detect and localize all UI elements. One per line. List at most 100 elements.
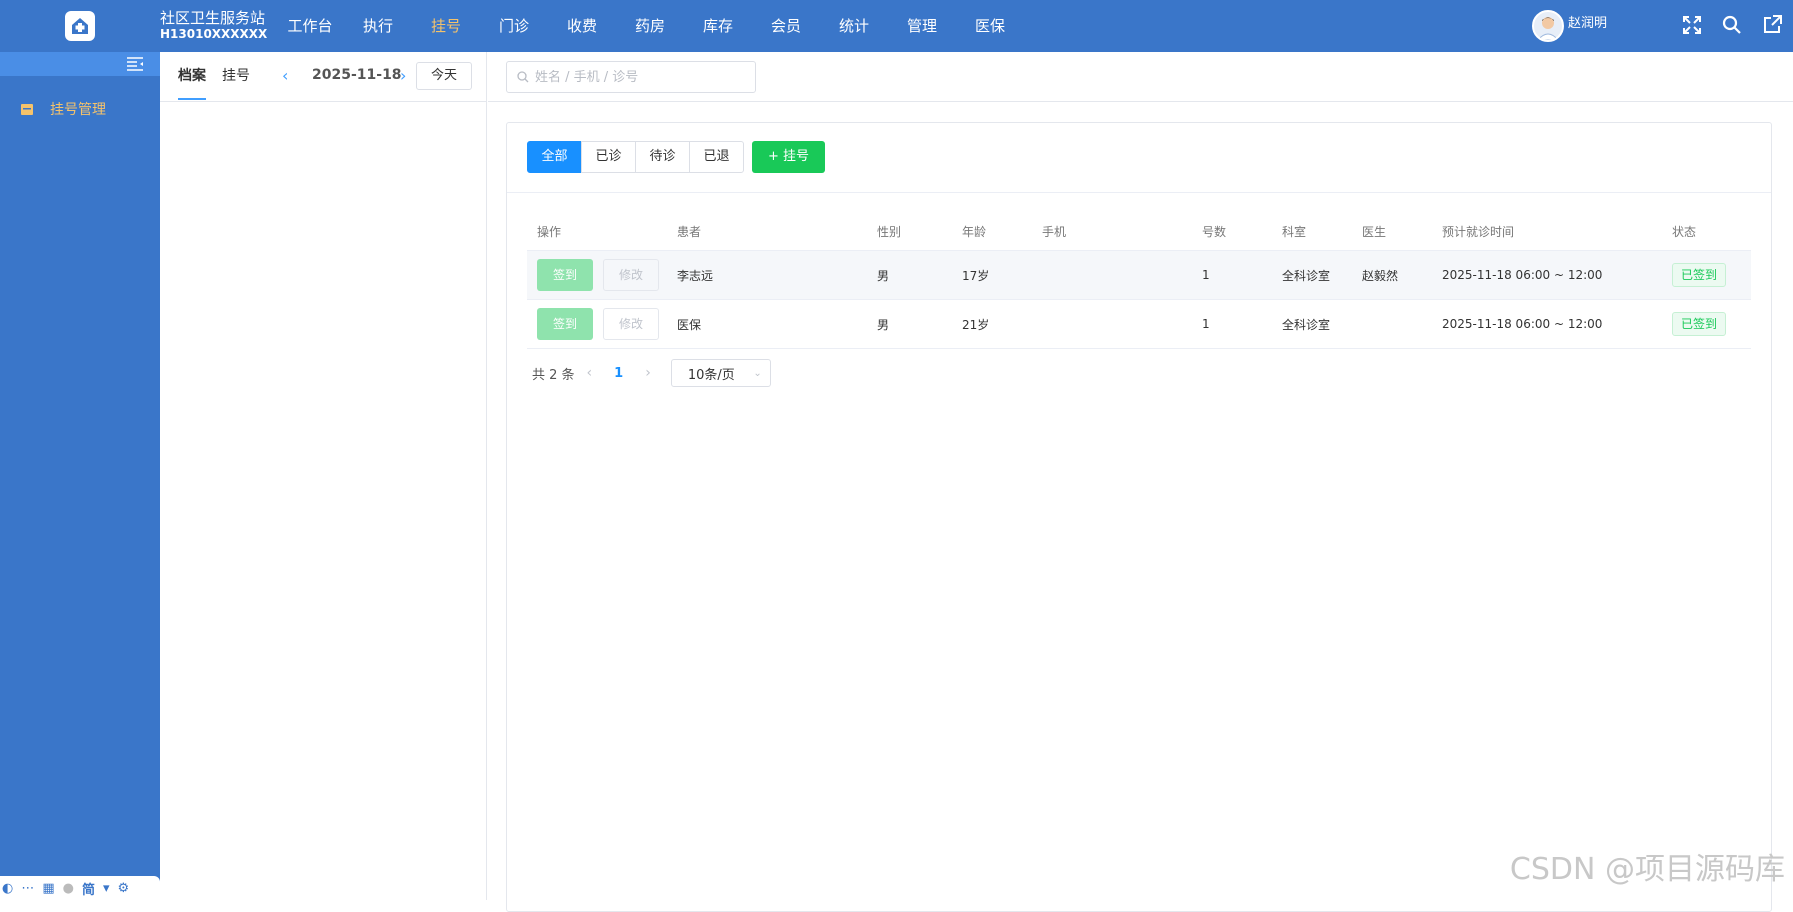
page-size-select[interactable]: 10条/页 ⌄ — [671, 359, 771, 387]
col-patient: 患者 — [677, 223, 877, 240]
nav-inventory[interactable]: 库存 — [684, 0, 752, 52]
table-header: 操作 患者 性别 年龄 手机 号数 科室 医生 预计就诊时间 状态 — [527, 213, 1751, 251]
col-doctor: 医生 — [1362, 223, 1442, 240]
table-row[interactable]: 签到 修改 医保 男 21岁 1 全科诊室 2025-11-18 06:00 ~… — [527, 300, 1751, 349]
menu-fold-icon — [126, 56, 144, 72]
left-panel-header: 档案 挂号 ‹ 2025-11-18 › 今天 — [160, 52, 486, 102]
clinic-logo-icon — [65, 11, 95, 41]
cell-sex: 男 — [877, 267, 962, 284]
page-size-value: 10条/页 — [688, 364, 735, 383]
left-panel: 档案 挂号 ‹ 2025-11-18 › 今天 — [160, 52, 487, 900]
main-nav: 工作台 执行 挂号 门诊 收费 药房 库存 会员 统计 管理 医保 — [276, 0, 1024, 52]
edit-button[interactable]: 修改 — [603, 308, 659, 340]
nav-execute[interactable]: 执行 — [344, 0, 412, 52]
main-content: 全部 已诊 待诊 已退 + 挂号 操作 患者 性别 年龄 手机 号数 科室 医生… — [488, 52, 1793, 900]
col-phone: 手机 — [1042, 223, 1202, 240]
cell-patient: 医保 — [677, 316, 877, 333]
status-badge: 已签到 — [1672, 263, 1726, 287]
nav-billing[interactable]: 收费 — [548, 0, 616, 52]
row-actions: 签到 修改 — [527, 308, 677, 340]
org-code: H13010XXXXXX — [160, 26, 267, 42]
cell-age: 17岁 — [962, 267, 1042, 284]
sidebar-collapse-toggle[interactable] — [0, 52, 160, 76]
filter-waiting[interactable]: 待诊 — [635, 141, 690, 173]
nav-outpatient[interactable]: 门诊 — [480, 0, 548, 52]
cell-sex: 男 — [877, 316, 962, 333]
today-button[interactable]: 今天 — [416, 62, 472, 90]
filter-row: 全部 已诊 待诊 已退 + 挂号 — [507, 123, 1771, 193]
sidebar-item-registration-management[interactable]: 挂号管理 — [0, 94, 160, 124]
calendar-icon — [20, 102, 34, 116]
cell-department: 全科诊室 — [1282, 267, 1362, 284]
brand: 社区卫生服务站 H13010XXXXXX — [160, 10, 267, 42]
chevron-left-icon[interactable]: ‹ — [282, 66, 288, 85]
cell-status: 已签到 — [1672, 263, 1751, 287]
page-number[interactable]: 1 — [614, 366, 623, 381]
cell-number: 1 — [1202, 268, 1282, 282]
col-number: 号数 — [1202, 223, 1282, 240]
input-method-tray: ◐ ⋯ ▦ ● 简 ▾ ⚙ — [0, 876, 160, 900]
total-count: 共 2 条 — [532, 364, 575, 383]
nav-members[interactable]: 会员 — [752, 0, 820, 52]
user-menu[interactable]: 赵润明 — [1532, 10, 1607, 42]
nav-insurance[interactable]: 医保 — [956, 0, 1024, 52]
external-link-icon[interactable] — [1761, 14, 1783, 36]
cell-number: 1 — [1202, 317, 1282, 331]
search-input[interactable] — [535, 70, 745, 85]
sign-in-button[interactable]: 签到 — [537, 308, 593, 340]
cell-visit-time: 2025-11-18 06:00 ~ 12:00 — [1442, 268, 1672, 282]
filter-seen[interactable]: 已诊 — [581, 141, 636, 173]
search-field[interactable] — [506, 61, 756, 93]
top-bar: 社区卫生服务站 H13010XXXXXX 工作台 执行 挂号 门诊 收费 药房 … — [0, 0, 1793, 52]
cell-age: 21岁 — [962, 316, 1042, 333]
chevron-right-icon[interactable]: › — [400, 66, 406, 85]
cell-patient: 李志远 — [677, 267, 877, 284]
prev-page-icon[interactable]: ‹ — [587, 365, 593, 381]
settings-icon[interactable]: ⚙ — [118, 881, 130, 896]
avatar — [1532, 10, 1564, 42]
nav-pharmacy[interactable]: 药房 — [616, 0, 684, 52]
add-registration-button[interactable]: + 挂号 — [752, 141, 825, 173]
watermark: CSDN @项目源码库 — [1510, 844, 1785, 888]
simplified-chinese-toggle[interactable]: 简 — [82, 879, 95, 898]
col-actions: 操作 — [527, 223, 677, 240]
search-icon[interactable] — [1721, 14, 1743, 36]
registration-table: 操作 患者 性别 年龄 手机 号数 科室 医生 预计就诊时间 状态 签到 修改 … — [527, 213, 1751, 349]
skin-icon[interactable]: ▾ — [103, 881, 110, 896]
current-date: 2025-11-18 — [312, 67, 402, 83]
search-icon — [517, 71, 529, 83]
nav-workbench[interactable]: 工作台 — [276, 0, 344, 52]
status-filter: 全部 已诊 待诊 已退 — [527, 141, 744, 173]
logo-area[interactable] — [0, 0, 160, 52]
cell-status: 已签到 — [1672, 312, 1751, 336]
col-visit-time: 预计就诊时间 — [1442, 223, 1672, 240]
table-row[interactable]: 签到 修改 李志远 男 17岁 1 全科诊室 赵毅然 2025-11-18 06… — [527, 251, 1751, 300]
status-badge: 已签到 — [1672, 312, 1726, 336]
nav-management[interactable]: 管理 — [888, 0, 956, 52]
col-status: 状态 — [1672, 223, 1751, 240]
cell-visit-time: 2025-11-18 06:00 ~ 12:00 — [1442, 317, 1672, 331]
user-name: 赵润明 — [1568, 12, 1607, 31]
pagination: 共 2 条 ‹ 1 › 10条/页 ⌄ — [532, 359, 771, 387]
edit-button[interactable]: 修改 — [603, 259, 659, 291]
col-sex: 性别 — [877, 223, 962, 240]
sidebar-item-label: 挂号管理 — [50, 99, 106, 119]
search-row — [488, 52, 1793, 102]
filter-cancelled[interactable]: 已退 — [689, 141, 744, 173]
next-page-icon[interactable]: › — [645, 365, 651, 381]
sign-in-button[interactable]: 签到 — [537, 259, 593, 291]
tab-registration[interactable]: 挂号 — [222, 52, 250, 100]
keyboard-icon[interactable]: ▦ — [42, 881, 54, 896]
registration-card: 全部 已诊 待诊 已退 + 挂号 操作 患者 性别 年龄 手机 号数 科室 医生… — [506, 122, 1772, 912]
row-actions: 签到 修改 — [527, 259, 677, 291]
filter-all[interactable]: 全部 — [527, 141, 582, 173]
moon-icon[interactable]: ◐ — [2, 881, 13, 896]
nav-statistics[interactable]: 统计 — [820, 0, 888, 52]
user-icon[interactable]: ● — [63, 881, 74, 896]
nav-registration[interactable]: 挂号 — [412, 0, 480, 52]
tab-records[interactable]: 档案 — [178, 52, 206, 100]
top-icons — [1681, 14, 1783, 36]
fullscreen-icon[interactable] — [1681, 14, 1703, 36]
share-icon[interactable]: ⋯ — [21, 881, 34, 896]
sidebar: 挂号管理 ◐ ⋯ ▦ ● 简 ▾ ⚙ — [0, 52, 160, 900]
